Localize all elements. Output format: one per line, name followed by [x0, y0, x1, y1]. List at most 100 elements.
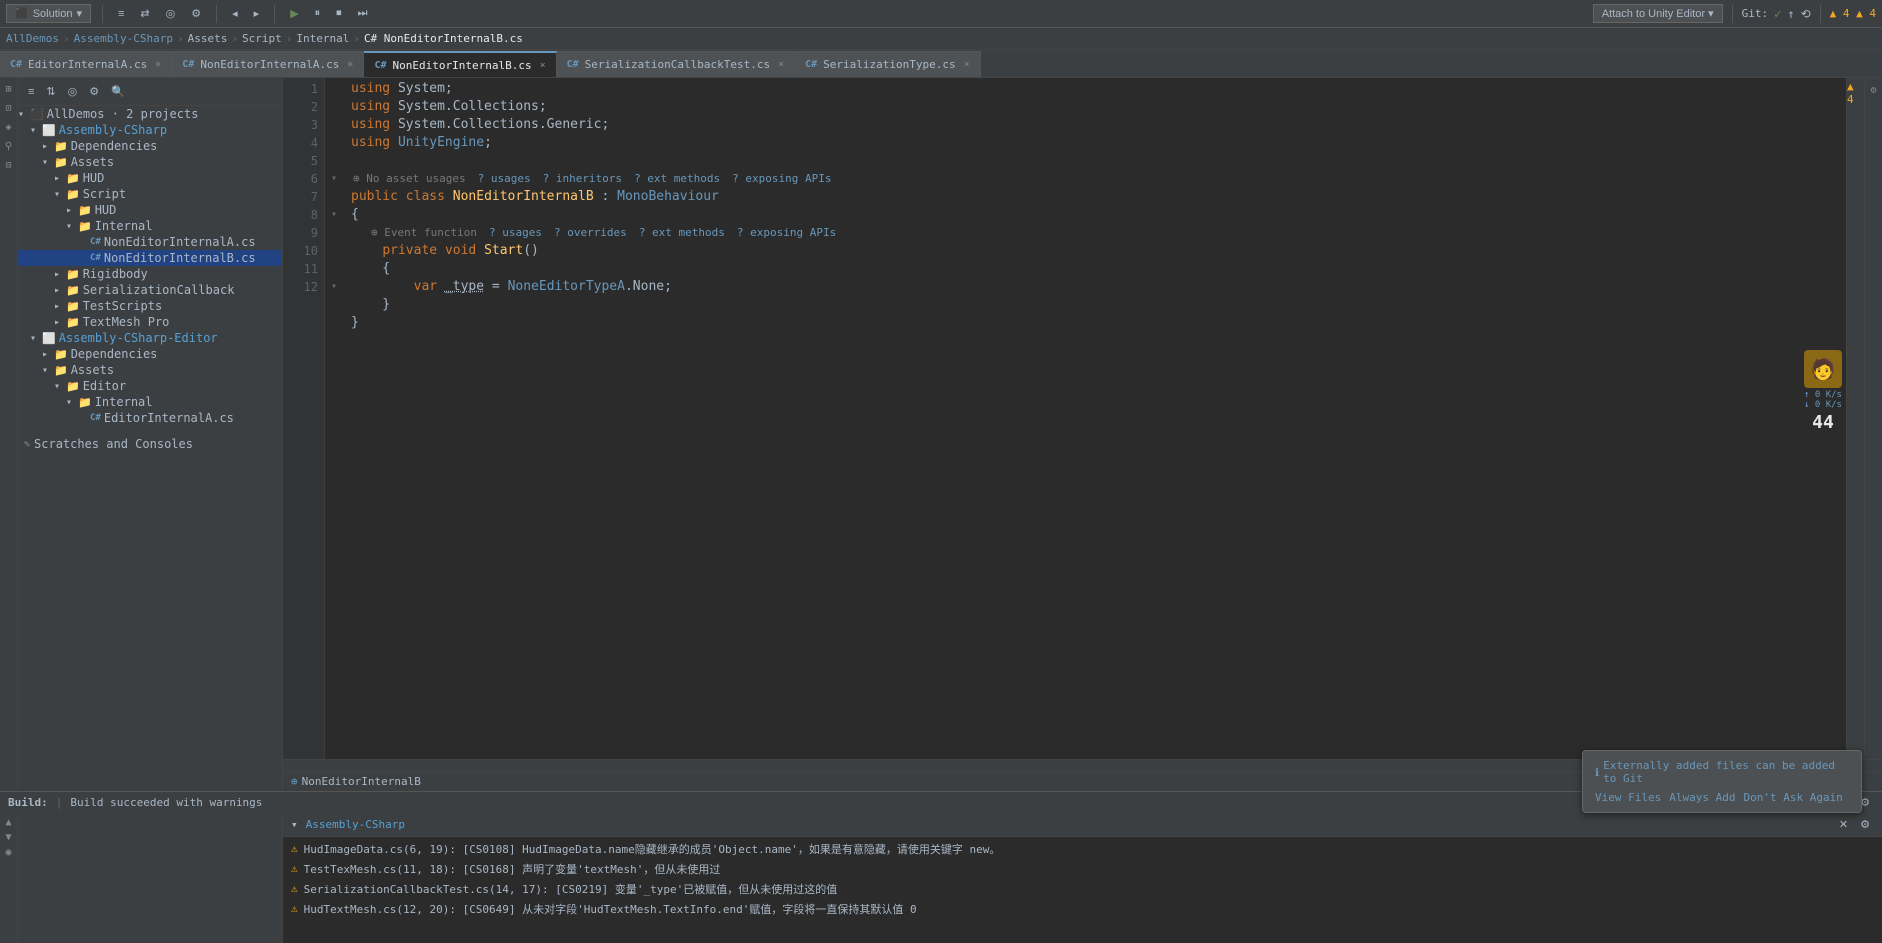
sidebar-locate-btn[interactable]: ◎	[64, 83, 82, 100]
hint-inheritors-link[interactable]: ? inheritors	[543, 170, 622, 188]
tree-item-editor1[interactable]: ▾ 📁 Editor	[18, 378, 282, 394]
tree-item-assembly-editor[interactable]: ▾ ⬜ Assembly-CSharp-Editor	[18, 330, 282, 346]
breadcrumb-item-0[interactable]: AllDemos	[6, 32, 59, 45]
sidebar-settings-btn[interactable]: ⚙	[85, 83, 103, 100]
tab-serializationtype[interactable]: C# SerializationType.cs ×	[795, 51, 981, 77]
tree-item-hud1[interactable]: ▸ 📁 HUD	[18, 170, 282, 186]
arrow-editor1: ▾	[54, 381, 66, 392]
hint-event-fn[interactable]: ⊕ Event function	[371, 224, 477, 242]
back-btn[interactable]: ◂	[228, 5, 242, 22]
panel-icon-1[interactable]: ⊞	[3, 82, 13, 97]
panel-close-btn[interactable]: ✕	[1835, 816, 1852, 833]
tree-item-assembly-csharp[interactable]: ▾ ⬜ Assembly-CSharp	[18, 122, 282, 138]
sidebar-collapse-btn[interactable]: ≡	[24, 84, 38, 100]
notif-always-add[interactable]: Always Add	[1669, 791, 1735, 804]
warn-icon-1: ⚠	[291, 842, 298, 855]
bottom-vert-icon-3[interactable]: ◉	[5, 847, 11, 858]
breadcrumb-item-2[interactable]: Assets	[188, 32, 228, 45]
sidebar-sort-btn[interactable]: ⇅	[42, 83, 59, 100]
tree-item-assets[interactable]: ▾ 📁 Assets	[18, 154, 282, 170]
tree-item-testscripts[interactable]: ▸ 📁 TestScripts	[18, 298, 282, 314]
arrow-dependencies2: ▸	[42, 349, 54, 360]
tab-label-1: NonEditorInternalA.cs	[200, 58, 339, 71]
tree-item-internal2[interactable]: ▾ 📁 Internal	[18, 394, 282, 410]
tree-item-serialization[interactable]: ▸ 📁 SerializationCallback	[18, 282, 282, 298]
hint-extmethods-link2[interactable]: ? ext methods	[639, 224, 725, 242]
notif-dont-ask[interactable]: Don't Ask Again	[1743, 791, 1842, 804]
tree-item-script[interactable]: ▾ 📁 Script	[18, 186, 282, 202]
stop-btn[interactable]: ⏹	[332, 5, 346, 22]
tab-close-0[interactable]: ×	[155, 59, 161, 70]
label-rigidbody: Rigidbody	[83, 267, 148, 281]
hint-extmethods-link[interactable]: ? ext methods	[634, 170, 720, 188]
icon-script: 📁	[66, 188, 80, 201]
label-assembly-editor: Assembly-CSharp-Editor	[59, 331, 218, 345]
icon-assets2: 📁	[54, 364, 68, 377]
tab-close-3[interactable]: ×	[778, 59, 784, 70]
tab-serializationcallback[interactable]: C# SerializationCallbackTest.cs ×	[557, 51, 796, 77]
tab-cs-icon-3: C#	[567, 59, 579, 70]
breadcrumb-item-1[interactable]: Assembly-CSharp	[74, 32, 173, 45]
forward-btn[interactable]: ▸	[250, 5, 264, 22]
tree-item-assets2[interactable]: ▾ 📁 Assets	[18, 362, 282, 378]
breadcrumb-item-5[interactable]: C# NonEditorInternalB.cs	[364, 32, 523, 45]
tree-item-dependencies[interactable]: ▸ 📁 Dependencies	[18, 138, 282, 154]
panel-icon-2[interactable]: ⊡	[3, 101, 13, 116]
far-right-icon-1[interactable]: ⚙	[1869, 82, 1877, 99]
panel-settings-btn[interactable]: ⚙	[1856, 816, 1874, 833]
tree-item-rigidbody[interactable]: ▸ 📁 Rigidbody	[18, 266, 282, 282]
panel-icon-3[interactable]: ◈	[3, 120, 13, 135]
toolbar-target-btn[interactable]: ◎	[162, 5, 180, 22]
breadcrumb-item-4[interactable]: Internal	[296, 32, 349, 45]
user-avatar[interactable]: 🧑	[1804, 350, 1842, 388]
toolbar-settings-btn[interactable]: ⚙	[187, 5, 205, 22]
code-content[interactable]: using System; using System.Collections; …	[343, 78, 1846, 759]
hint-no-usages[interactable]: ⊕ No asset usages	[353, 170, 466, 188]
hint-overrides-link[interactable]: ? overrides	[554, 224, 627, 242]
arrow-assets: ▾	[42, 157, 54, 168]
hint-exposing-link[interactable]: ? exposing APIs	[732, 170, 831, 188]
attach-to-unity-btn[interactable]: Attach to Unity Editor ▾	[1593, 4, 1723, 23]
far-right-panel: ⚙	[1864, 78, 1882, 759]
breadcrumb-item-3[interactable]: Script	[242, 32, 282, 45]
tab-noneditorinternalA[interactable]: C# NonEditorInternalA.cs ×	[172, 51, 364, 77]
tree-item-internal[interactable]: ▾ 📁 Internal	[18, 218, 282, 234]
scratches-label: Scratches and Consoles	[34, 437, 193, 451]
hint-exposing-link2[interactable]: ? exposing APIs	[737, 224, 836, 242]
tree-item-dependencies2[interactable]: ▸ 📁 Dependencies	[18, 346, 282, 362]
notif-view-files[interactable]: View Files	[1595, 791, 1661, 804]
toolbar-menu-btn[interactable]: ≡	[114, 6, 128, 22]
tab-close-1[interactable]: ×	[347, 59, 353, 70]
pause-btn[interactable]: ⏸	[311, 5, 325, 22]
label-dependencies2: Dependencies	[71, 347, 158, 361]
hint-usages-link2[interactable]: ? usages	[489, 224, 542, 242]
toolbar-swap-btn[interactable]: ⇄	[136, 5, 153, 22]
warn-icon-2: ⚠	[291, 862, 298, 875]
run-btn[interactable]: ▶	[286, 5, 302, 22]
tree-item-alldemos[interactable]: ▾ ⬛ AllDemos · 2 projects	[18, 106, 282, 122]
tab-editorinternalA[interactable]: C# EditorInternalA.cs ×	[0, 51, 172, 77]
warn-text-1: HudImageData.cs(6, 19): [CS0108] HudImag…	[304, 841, 1001, 857]
tree-item-noneditorA[interactable]: ▸ C# NonEditorInternalA.cs	[18, 234, 282, 250]
warning-3: ⚠ SerializationCallbackTest.cs(14, 17): …	[291, 879, 1874, 899]
tab-close-2[interactable]: ×	[540, 60, 546, 71]
bottom-vert-icon-2[interactable]: ▼	[5, 832, 11, 843]
panel-icon-4[interactable]: ⚲	[3, 139, 14, 154]
tree-item-editorinternal[interactable]: ▸ C# EditorInternalA.cs	[18, 410, 282, 426]
tree-item-textmesh[interactable]: ▸ 📁 TextMesh Pro	[18, 314, 282, 330]
icon-dependencies: 📁	[54, 140, 68, 153]
tab-close-4[interactable]: ×	[964, 59, 970, 70]
code-line-10: var _type = NoneEditorTypeA.None;	[351, 278, 1846, 296]
code-line-4: using UnityEngine;	[351, 134, 1846, 152]
solution-dropdown[interactable]: ⬛ Solution ▾	[6, 4, 91, 23]
tab-noneditorinternalB[interactable]: C# NonEditorInternalB.cs ×	[364, 51, 556, 77]
scratches-item[interactable]: ✎ Scratches and Consoles	[18, 434, 282, 454]
hint-usages-link[interactable]: ? usages	[478, 170, 531, 188]
tree-item-noneditorB[interactable]: ▸ C# NonEditorInternalB.cs	[18, 250, 282, 266]
warning-count: ▲ 4 ▲ 4	[1830, 7, 1876, 20]
bottom-vert-icon-1[interactable]: ▲	[5, 817, 11, 828]
tree-item-hud2[interactable]: ▸ 📁 HUD	[18, 202, 282, 218]
sidebar-search-btn[interactable]: 🔍	[107, 83, 129, 100]
step-btn[interactable]: ⏭	[354, 5, 372, 22]
panel-icon-5[interactable]: ⊟	[3, 158, 13, 173]
